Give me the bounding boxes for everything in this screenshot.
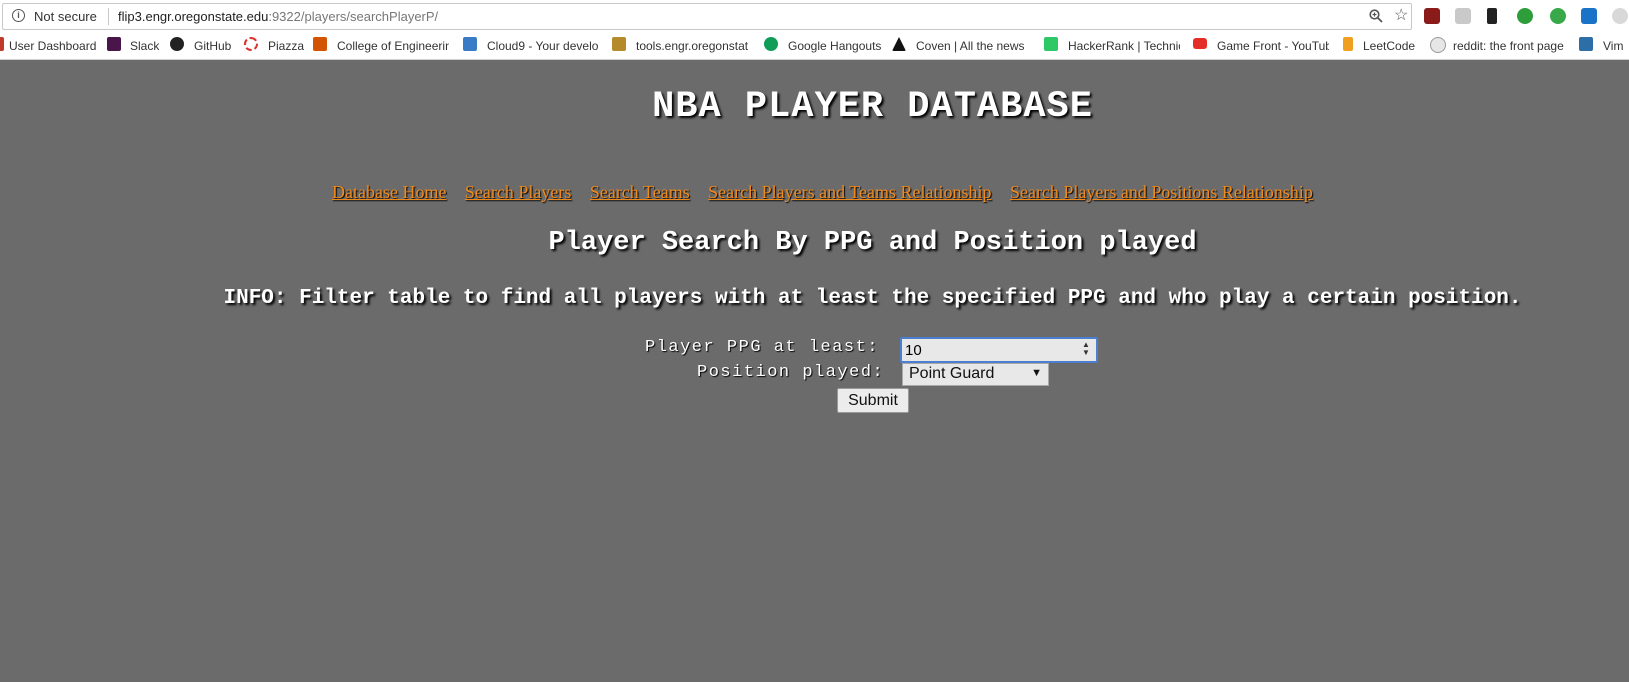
bookmark-user-dashboard[interactable]: User Dashboard bbox=[9, 39, 96, 53]
bookmark-google-hangouts[interactable]: Google Hangouts bbox=[788, 39, 881, 53]
bookmark-piazza[interactable]: Piazza bbox=[268, 39, 304, 53]
bookmark-coven[interactable]: Coven | All the news bbox=[916, 39, 1034, 53]
submit-button[interactable]: Submit bbox=[837, 388, 909, 413]
url-path: :9322/players/searchPlayerP/ bbox=[268, 9, 439, 24]
extension-icon[interactable] bbox=[1455, 8, 1471, 24]
position-label: Position played: bbox=[697, 363, 885, 382]
dashboard-icon bbox=[0, 37, 4, 51]
bookmark-reddit[interactable]: reddit: the front page bbox=[1453, 39, 1565, 53]
osu-coe-icon bbox=[313, 37, 327, 51]
piazza-icon bbox=[244, 37, 258, 51]
address-separator bbox=[108, 8, 109, 25]
ppg-input[interactable] bbox=[900, 337, 1098, 363]
page-title: NBA PLAYER DATABASE bbox=[652, 86, 1093, 128]
ppg-label: Player PPG at least: bbox=[645, 338, 880, 357]
github-icon bbox=[170, 37, 184, 51]
address-bar[interactable]: i Not secure flip3.engr.oregonstate.edu:… bbox=[2, 3, 1412, 30]
bookmark-github[interactable]: GitHub bbox=[194, 39, 231, 53]
info-icon[interactable]: i bbox=[12, 9, 25, 22]
url-text[interactable]: flip3.engr.oregonstate.edu:9322/players/… bbox=[118, 9, 438, 24]
bookmark-college-of-engineering[interactable]: College of Engineerin bbox=[337, 39, 449, 53]
pushbullet-icon[interactable] bbox=[1550, 8, 1566, 24]
hangouts-icon bbox=[764, 37, 778, 51]
bookmark-tools-engr[interactable]: tools.engr.oregonstat bbox=[636, 39, 748, 53]
main-nav: Database Home Search Players Search Team… bbox=[332, 182, 1327, 203]
bookmark-slack[interactable]: Slack bbox=[130, 39, 159, 53]
slack-icon bbox=[107, 37, 121, 51]
cloud9-icon bbox=[463, 37, 477, 51]
bookmark-star-icon[interactable]: ☆ bbox=[1394, 7, 1408, 25]
bookmark-cloud9[interactable]: Cloud9 - Your develo bbox=[487, 39, 599, 53]
info-text: INFO: Filter table to find all players w… bbox=[223, 287, 1522, 310]
keep-icon[interactable] bbox=[1487, 8, 1497, 24]
nav-database-home[interactable]: Database Home bbox=[332, 182, 446, 202]
nav-search-players-positions[interactable]: Search Players and Positions Relationshi… bbox=[1010, 182, 1313, 202]
tools-icon bbox=[612, 37, 626, 51]
zoom-icon[interactable] bbox=[1369, 9, 1383, 23]
leetcode-icon bbox=[1343, 37, 1353, 51]
check-icon[interactable] bbox=[1517, 8, 1533, 24]
bookmark-leetcode[interactable]: LeetCode bbox=[1363, 39, 1415, 53]
youtube-icon bbox=[1193, 38, 1207, 49]
url-host: flip3.engr.oregonstate.edu bbox=[118, 9, 269, 24]
section-heading: Player Search By PPG and Position played bbox=[548, 228, 1197, 258]
bookmark-hackerrank[interactable]: HackerRank | Technic bbox=[1068, 39, 1180, 53]
bookmark-vim[interactable]: Vim bbox=[1603, 39, 1623, 53]
skype-icon[interactable] bbox=[1581, 8, 1597, 24]
chrome-divider bbox=[0, 59, 1629, 60]
coven-icon bbox=[892, 37, 906, 51]
vim-icon bbox=[1579, 37, 1593, 51]
ppg-spinner[interactable]: ▲ ▼ bbox=[1079, 341, 1093, 359]
hackerrank-icon bbox=[1044, 37, 1058, 51]
nav-search-players-teams[interactable]: Search Players and Teams Relationship bbox=[708, 182, 991, 202]
position-selected-value: Point Guard bbox=[909, 365, 995, 382]
security-label[interactable]: Not secure bbox=[34, 9, 97, 24]
ublock-icon[interactable] bbox=[1424, 8, 1440, 24]
nav-search-teams[interactable]: Search Teams bbox=[590, 182, 690, 202]
nav-search-players[interactable]: Search Players bbox=[465, 182, 571, 202]
reddit-icon bbox=[1430, 37, 1446, 53]
bookmarks-bar: User Dashboard Slack GitHub Piazza Colle… bbox=[0, 36, 1629, 58]
bookmark-game-front[interactable]: Game Front - YouTub bbox=[1217, 39, 1329, 53]
more-extensions-icon[interactable] bbox=[1612, 8, 1628, 24]
browser-chrome: i Not secure flip3.engr.oregonstate.edu:… bbox=[0, 0, 1629, 60]
chevron-down-icon: ▼ bbox=[1031, 367, 1042, 379]
position-select[interactable]: Point Guard ▼ bbox=[902, 363, 1049, 386]
